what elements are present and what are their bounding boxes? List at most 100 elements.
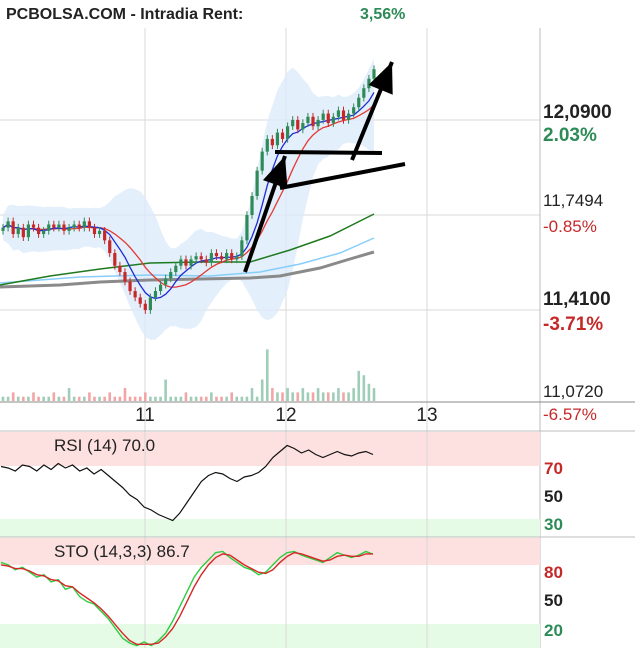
candle-body xyxy=(306,116,310,124)
candle-body xyxy=(225,253,229,260)
volume-bar xyxy=(77,396,81,401)
candle-body xyxy=(118,265,122,273)
volume-bar xyxy=(67,388,71,401)
candle-body xyxy=(209,253,213,263)
candle-body xyxy=(341,110,346,120)
osc-tick-label: 80 xyxy=(544,563,563,582)
candle-body xyxy=(316,119,320,127)
candle-body xyxy=(321,113,325,120)
volume-bar xyxy=(6,396,10,401)
candle-body xyxy=(286,126,290,139)
candle-body xyxy=(103,230,107,241)
candle-body xyxy=(235,256,239,260)
candle-body xyxy=(67,227,71,231)
volume-bar xyxy=(286,388,289,401)
volume-bar xyxy=(276,392,279,401)
candle-body xyxy=(97,230,102,235)
volume-bar xyxy=(311,392,315,401)
volume-bar xyxy=(210,392,213,401)
volume-bar xyxy=(62,396,66,401)
volume-bar xyxy=(265,349,269,401)
candle-body xyxy=(331,116,335,124)
candle-body xyxy=(219,256,224,260)
rent-value: 3,56% xyxy=(360,6,405,23)
osc-tick-label: 50 xyxy=(544,591,563,610)
volume-bar xyxy=(291,392,294,401)
oversold-zone xyxy=(0,519,540,537)
candle-body xyxy=(260,151,264,171)
volume-bar xyxy=(194,396,198,401)
candle-body xyxy=(326,113,330,124)
volume-bar xyxy=(57,396,61,401)
volume-bar xyxy=(1,396,5,401)
candle-body xyxy=(26,224,31,238)
price-tick-label: 11,4100 xyxy=(543,289,611,310)
volume-bar xyxy=(245,396,249,401)
candle-body xyxy=(36,227,41,235)
volume-bar xyxy=(138,396,142,401)
candle-body xyxy=(311,116,315,127)
chart-root: PCBOLSA.COM - Intradia Rent: 3,56% SMA (… xyxy=(0,6,635,648)
volume-bar xyxy=(362,375,366,401)
volume-bar xyxy=(306,392,310,401)
candle-body xyxy=(367,78,371,89)
candle-body xyxy=(87,221,91,228)
price-axis: 12,09002.03% 11,7494 -0.85% 11,4100 -3.71% 11… xyxy=(543,102,612,424)
date-tick-label: 11 xyxy=(135,405,155,426)
volume-bar xyxy=(260,379,264,401)
volume-bar xyxy=(123,388,127,401)
volume-bar xyxy=(98,396,101,401)
price-tick-label: 12,0900 xyxy=(543,102,612,123)
volume-bar xyxy=(42,396,45,401)
candle-body xyxy=(47,224,51,231)
panel-title: RSI (14) 70.0 xyxy=(54,436,155,455)
volume-bar xyxy=(52,392,56,401)
candle-body xyxy=(169,272,173,279)
volume-bar xyxy=(169,396,173,401)
candle-body xyxy=(16,227,20,235)
volume-bar xyxy=(88,392,91,401)
volume-bar xyxy=(174,396,178,401)
candle-body xyxy=(184,259,188,266)
volume-bar xyxy=(357,370,361,401)
candle-body xyxy=(108,240,112,254)
candle-body xyxy=(6,221,10,228)
pct-tick-label: -6.57% xyxy=(543,405,597,424)
volume-bar xyxy=(332,392,335,401)
resistance-line xyxy=(274,150,383,155)
pct-tick-label: 2.03% xyxy=(543,125,597,146)
candle-body xyxy=(57,224,61,228)
candle-body xyxy=(275,132,280,146)
volume-bar xyxy=(113,396,117,401)
volume-bar xyxy=(367,383,371,401)
volume-bar xyxy=(230,392,233,401)
volume-bar xyxy=(326,392,330,401)
volume-bar xyxy=(189,396,193,401)
candle-body xyxy=(336,110,341,117)
sto-panel: STO (14,3,3) 86.7 80 50 20 xyxy=(0,538,563,648)
candle-body xyxy=(21,227,25,238)
candle-body xyxy=(362,88,366,98)
candle-body xyxy=(250,195,254,215)
volume-bar xyxy=(47,396,51,401)
osc-tick-label: 50 xyxy=(544,487,563,506)
candle-body xyxy=(174,265,178,273)
volume-bar xyxy=(108,392,112,401)
candle-body xyxy=(42,230,46,235)
price-tick-label: 11,0720 xyxy=(543,382,603,401)
candle-body xyxy=(204,259,208,263)
candle-body xyxy=(357,97,361,108)
osc-tick-label: 70 xyxy=(544,459,563,478)
volume-bar xyxy=(11,392,15,401)
volume-bar xyxy=(225,396,228,401)
volume-bar xyxy=(27,396,30,401)
candle-body xyxy=(153,291,158,298)
volume-bar xyxy=(296,392,300,401)
volume-bar xyxy=(154,396,157,401)
candle-body xyxy=(92,227,97,235)
oversold-zone xyxy=(0,624,540,648)
volume-bar xyxy=(164,379,167,401)
candle-body xyxy=(265,138,269,152)
volume-bar xyxy=(347,392,350,401)
volume-bar xyxy=(184,392,188,401)
